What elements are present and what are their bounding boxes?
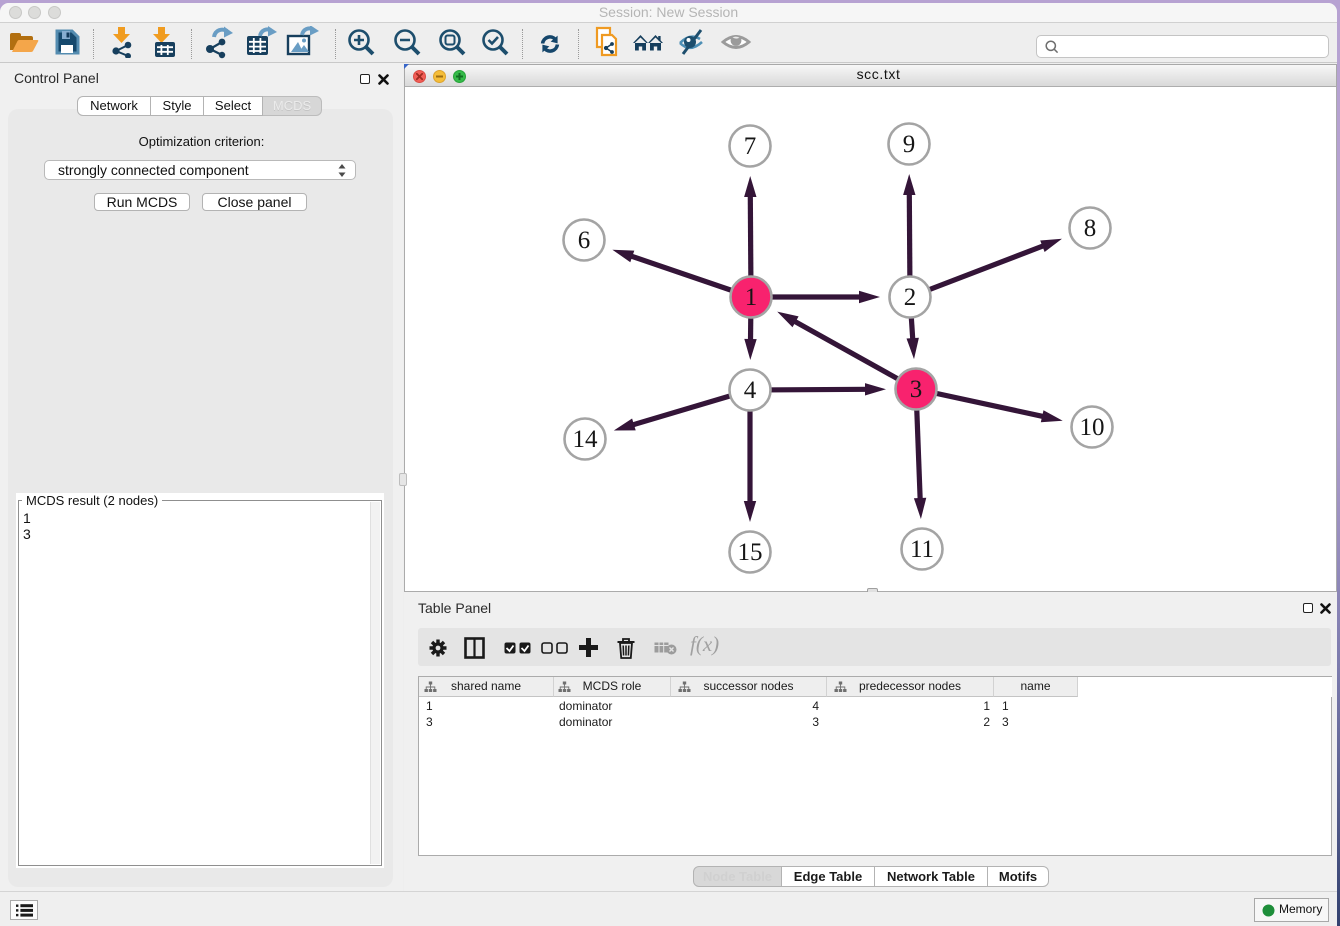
svg-text:11: 11 [910,536,934,563]
svg-text:15: 15 [738,539,763,566]
svg-text:10: 10 [1080,414,1105,441]
svg-text:1: 1 [745,284,758,311]
svg-text:6: 6 [578,227,591,254]
svg-text:9: 9 [903,131,916,158]
svg-text:8: 8 [1084,215,1097,242]
svg-text:4: 4 [744,377,757,404]
svg-text:3: 3 [910,376,923,403]
svg-text:7: 7 [744,133,757,160]
svg-text:14: 14 [573,426,599,453]
svg-text:2: 2 [904,284,917,311]
